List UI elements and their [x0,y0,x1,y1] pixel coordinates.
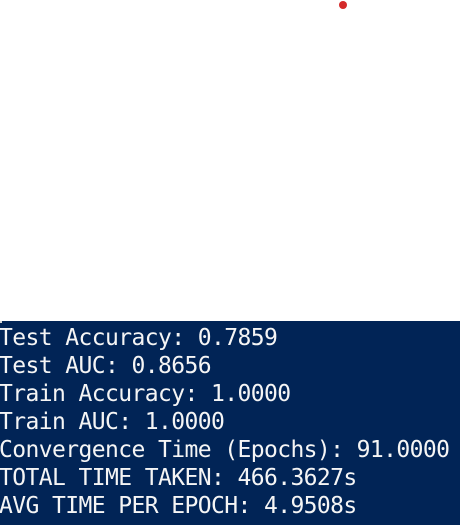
partial-glyph [0,321,6,323]
total-time-line: TOTAL TIME TAKEN: 466.3627s [0,465,357,491]
train-accuracy-line: Train Accuracy: 1.0000 [0,381,291,407]
clipped-next-line [0,517,460,525]
terminal-window[interactable]: Test Accuracy: 0.7859 Test AUC: 0.8656 T… [0,321,460,525]
test-auc-line: Test AUC: 0.8656 [0,353,212,379]
convergence-time-line: Convergence Time (Epochs): 91.0000 [0,437,450,463]
train-auc-line: Train AUC: 1.0000 [0,409,225,435]
screenshot-page: Test Accuracy: 0.7859 Test AUC: 0.8656 T… [0,0,460,525]
red-dot-marker [339,1,347,9]
avg-time-per-epoch-line: AVG TIME PER EPOCH: 4.9508s [0,493,357,519]
test-accuracy-line: Test Accuracy: 0.7859 [0,325,278,351]
blank-canvas-area [0,0,460,321]
